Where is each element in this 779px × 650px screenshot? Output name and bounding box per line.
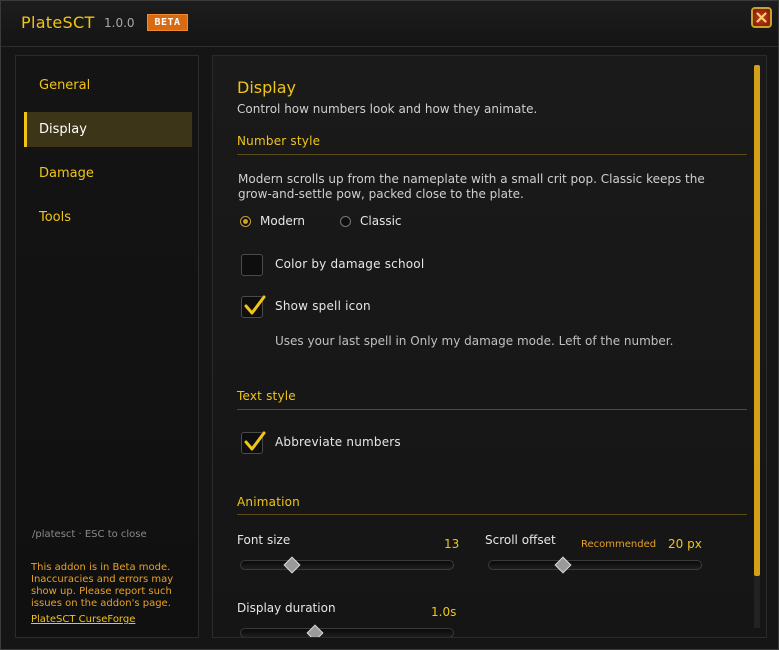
beta-badge: BETA [147,14,188,31]
checkmark-icon [244,295,266,315]
radio-label: Modern [260,214,306,228]
scrollbar-thumb[interactable] [754,65,760,576]
section-divider [237,154,747,155]
sidebar-item-label: General [39,78,91,93]
abbreviate-numbers-checkbox[interactable] [241,431,266,454]
app-version: 1.0.0 [104,16,135,30]
slider-thumb[interactable] [306,624,324,637]
color-by-school-checkbox[interactable] [241,254,263,276]
sidebar-item-damage[interactable]: Damage [24,156,192,191]
app-title: PlateSCT [21,13,95,32]
recommended-badge: Recommended [581,539,657,550]
radio-classic[interactable]: Classic [340,214,402,228]
sidebar-item-label: Display [39,122,87,137]
radio-unselected-icon [340,215,351,227]
scroll-offset-value: 20 px [668,537,702,551]
scroll-offset-slider[interactable] [488,556,702,574]
section-divider [237,514,747,515]
display-duration-slider[interactable] [240,624,454,637]
curseforge-link[interactable]: PlateSCT CurseForge [31,614,135,625]
section-animation: Animation [237,495,300,509]
radio-selected-icon [240,215,251,227]
slider-thumb[interactable] [554,556,572,574]
section-text-style: Text style [237,389,296,403]
sidebar-item-label: Tools [39,210,72,225]
color-by-school-label: Color by damage school [275,257,425,271]
slider-thumb[interactable] [283,556,301,574]
spell-icon-note: Uses your last spell in Only my damage m… [275,334,674,348]
title-bar: PlateSCT 1.0.0 BETA [1,1,778,47]
sidebar-item-general[interactable]: General [24,68,192,103]
abbreviate-numbers-label: Abbreviate numbers [275,435,401,449]
scroll-offset-label: Scroll offset [485,533,556,547]
slash-command-hint: /platesct · ESC to close [32,529,147,540]
font-size-value: 13 [444,537,460,551]
font-size-slider[interactable] [240,556,454,574]
sidebar-item-display[interactable]: Display [24,112,192,147]
sidebar-item-tools[interactable]: Tools [24,200,192,235]
sidebar-item-label: Damage [39,166,94,181]
display-duration-label: Display duration [237,601,336,615]
settings-window: PlateSCT 1.0.0 BETA General Display Dama… [0,0,779,650]
close-icon [756,12,767,23]
page-subtitle: Control how numbers look and how they an… [237,102,538,116]
display-duration-value: 1.0s [431,605,457,619]
number-style-description: Modern scrolls up from the nameplate wit… [238,172,705,201]
main-panel: Display Control how numbers look and how… [212,55,767,638]
font-size-label: Font size [237,533,291,547]
beta-notice: This addon is in Beta mode. Inaccuracies… [31,562,174,609]
show-spell-icon-checkbox[interactable] [241,295,266,318]
checkmark-icon [244,431,266,451]
section-number-style: Number style [237,134,321,148]
sidebar: General Display Damage Tools /platesct ·… [15,55,199,638]
page-title: Display [237,78,296,97]
show-spell-icon-label: Show spell icon [275,299,371,313]
radio-modern[interactable]: Modern [240,214,305,228]
close-button[interactable] [751,7,772,28]
radio-label: Classic [360,214,402,228]
section-divider [237,409,747,410]
